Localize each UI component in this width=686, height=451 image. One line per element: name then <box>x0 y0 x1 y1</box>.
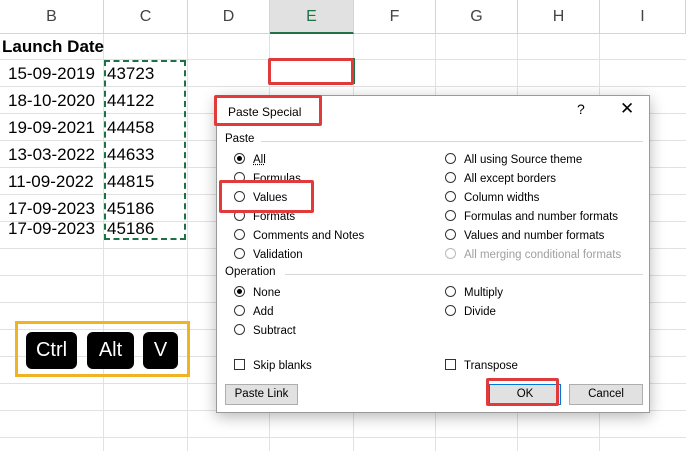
radio-operation-subtract[interactable]: Subtract <box>234 323 296 339</box>
radio-icon <box>445 210 456 221</box>
option-label: Formulas and number formats <box>464 211 619 223</box>
keyboard-shortcut-group: Ctrl Alt V <box>15 321 190 377</box>
radio-paste-comments[interactable]: Comments and Notes <box>234 228 364 244</box>
option-label: Transpose <box>464 360 518 372</box>
radio-icon <box>445 286 456 297</box>
paste-group-label: Paste <box>225 133 255 145</box>
radio-operation-multiply[interactable]: Multiply <box>445 285 503 301</box>
option-label: Values and number formats <box>464 230 605 242</box>
checkbox-icon <box>234 359 245 370</box>
radio-paste-source-theme[interactable]: All using Source theme <box>445 152 582 168</box>
help-icon[interactable]: ? <box>577 101 585 117</box>
radio-paste-validation[interactable]: Validation <box>234 247 303 263</box>
radio-icon <box>445 305 456 316</box>
radio-paste-column-widths[interactable]: Column widths <box>445 190 539 206</box>
highlight-values-option <box>219 180 314 213</box>
radio-icon <box>445 172 456 183</box>
radio-operation-none[interactable]: None <box>234 285 281 301</box>
key-ctrl: Ctrl <box>26 332 77 369</box>
column-gridline <box>187 34 188 451</box>
option-label: Multiply <box>464 287 503 299</box>
radio-icon <box>234 305 245 316</box>
cell-date[interactable]: 18-10-2020 <box>8 87 95 114</box>
radio-operation-divide[interactable]: Divide <box>445 304 496 320</box>
cell-date[interactable]: 17-09-2023 <box>8 215 95 242</box>
column-header-h[interactable]: H <box>518 0 600 34</box>
option-label: Subtract <box>253 325 296 337</box>
option-label: All using Source theme <box>464 154 583 166</box>
option-label: All <box>253 154 266 166</box>
checkbox-icon <box>445 359 456 370</box>
option-label: Column widths <box>464 192 540 204</box>
radio-icon <box>445 248 456 259</box>
cell-date[interactable]: 19-09-2021 <box>8 114 95 141</box>
operation-group-label: Operation <box>225 266 276 278</box>
option-label: Validation <box>253 249 303 261</box>
option-label: Skip blanks <box>253 360 312 372</box>
radio-icon <box>234 229 245 240</box>
radio-paste-values-number-formats[interactable]: Values and number formats <box>445 228 604 244</box>
column-header-i[interactable]: I <box>600 0 686 34</box>
column-header-d[interactable]: D <box>188 0 270 34</box>
close-icon[interactable]: ✕ <box>620 99 634 119</box>
option-label: All except borders <box>464 173 557 185</box>
radio-selected-icon <box>234 286 245 297</box>
radio-paste-except-borders[interactable]: All except borders <box>445 171 556 187</box>
radio-paste-merging-conditional: All merging conditional formats <box>445 247 621 263</box>
radio-icon <box>445 153 456 164</box>
radio-operation-add[interactable]: Add <box>234 304 273 320</box>
cell-date[interactable]: 15-09-2019 <box>8 60 95 87</box>
checkbox-transpose[interactable]: Transpose <box>445 358 518 374</box>
column-header-b[interactable]: B <box>0 0 104 34</box>
radio-selected-icon <box>234 153 245 164</box>
cell-date[interactable]: 11-09-2022 <box>8 168 94 195</box>
radio-paste-all[interactable]: All <box>234 152 266 168</box>
cell-date[interactable]: 13-03-2022 <box>8 141 95 168</box>
highlight-ok-button <box>486 378 559 406</box>
cell-b1-header[interactable]: Launch Date <box>2 33 104 60</box>
cancel-button[interactable]: Cancel <box>569 384 643 405</box>
key-v: V <box>143 332 178 369</box>
option-label: Divide <box>464 306 496 318</box>
operation-group-separator <box>285 274 643 275</box>
radio-icon <box>234 248 245 259</box>
column-header-g[interactable]: G <box>436 0 518 34</box>
radio-icon <box>234 324 245 335</box>
column-header-f[interactable]: F <box>354 0 436 34</box>
checkbox-skip-blanks[interactable]: Skip blanks <box>234 358 312 374</box>
column-header-c[interactable]: C <box>104 0 188 34</box>
highlight-dialog-title <box>214 95 322 126</box>
option-label: All merging conditional formats <box>464 249 622 261</box>
key-alt: Alt <box>87 332 134 369</box>
paste-group-separator <box>261 141 643 142</box>
option-label: Comments and Notes <box>253 230 365 242</box>
column-header-e[interactable]: E <box>270 0 354 34</box>
radio-paste-formulas-number-formats[interactable]: Formulas and number formats <box>445 209 618 225</box>
option-label: Add <box>253 306 274 318</box>
option-label: None <box>253 287 281 299</box>
radio-icon <box>445 229 456 240</box>
paste-special-dialog: Paste Special ? ✕ Paste All Formulas Val… <box>216 95 650 413</box>
copy-marquee <box>104 60 186 240</box>
paste-link-button[interactable]: Paste Link <box>225 384 298 405</box>
radio-icon <box>445 191 456 202</box>
highlight-target-cell <box>268 58 354 85</box>
